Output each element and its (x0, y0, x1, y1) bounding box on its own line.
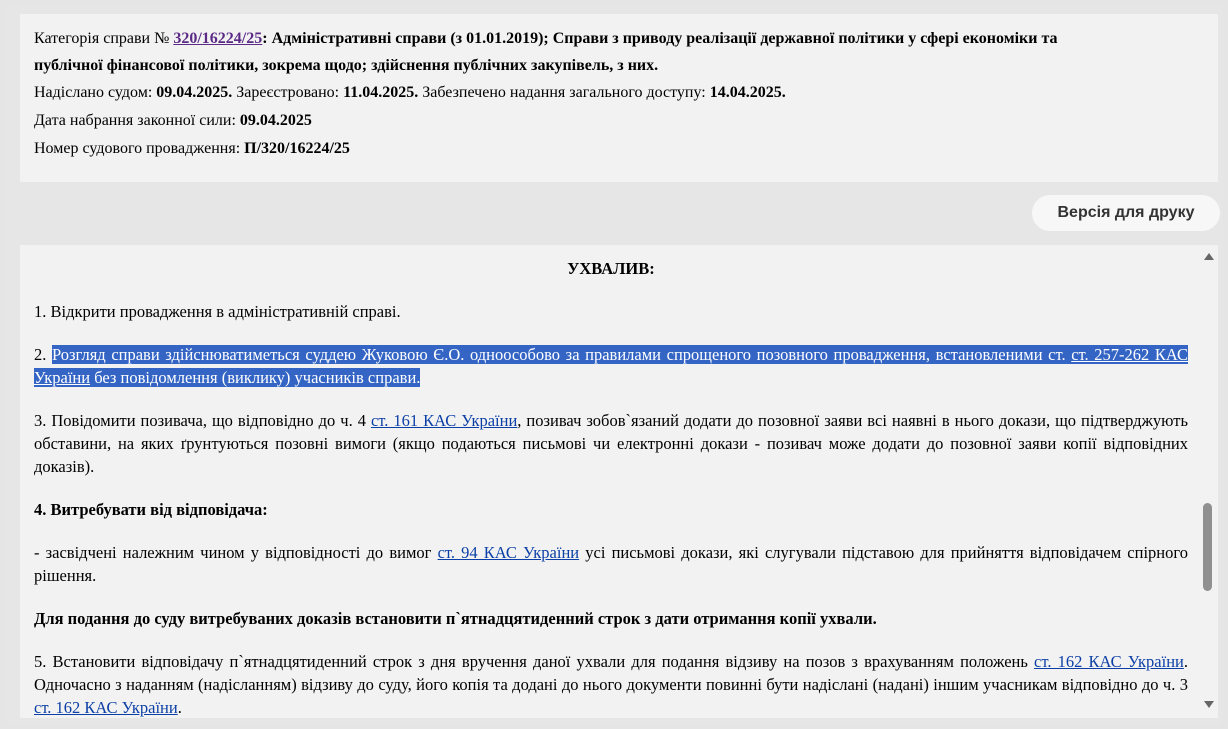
category-line-2: публічної фінансової політики, зокрема щ… (34, 52, 658, 79)
registered-label: Зареєстровано: (236, 84, 340, 101)
registered-date: 11.04.2025. (343, 84, 419, 101)
print-version-button[interactable]: Версія для друку (1032, 195, 1220, 231)
link-st-162-second[interactable]: ст. 162 КАС України (34, 698, 178, 717)
document-scrollbar[interactable] (1200, 245, 1218, 718)
access-date: 14.04.2025. (709, 84, 786, 101)
proceeding-line: Номер судового провадження: П/320/16224/… (34, 135, 350, 162)
case-info-panel: Категорія справи № 320/16224/25: Адмініс… (20, 14, 1218, 182)
paragraph-3-text: 3. Повідомити позивача, що відповідно до… (34, 411, 371, 430)
paragraph-6-bold: Для подання до суду витребуваних доказів… (34, 609, 877, 628)
selected-text: Розгляд справи здійснюватиметься суддею … (34, 345, 1188, 387)
link-st-162[interactable]: ст. 162 КАС України (1034, 652, 1184, 671)
paragraph-4-heading: 4. Витребувати від відповідача: (34, 500, 268, 519)
paragraph-2: 2. Розгляд справи здійснюватиметься судд… (34, 343, 1188, 389)
category-label: Категорія справи № (34, 30, 170, 47)
dates-line: Надіслано судом: 09.04.2025. Зареєстрова… (34, 79, 786, 106)
document-viewer[interactable]: УХВАЛИВ: 1. Відкрити провадження в адмін… (20, 245, 1218, 718)
paragraph-6: Для подання до суду витребуваних доказів… (34, 607, 1188, 630)
scroll-down-icon[interactable] (1204, 701, 1214, 708)
paragraph-7: 5. Встановити відповідачу п`ятнадцятиден… (34, 650, 1188, 718)
paragraph-3: 3. Повідомити позивача, що відповідно до… (34, 409, 1188, 478)
document-text: УХВАЛИВ: 1. Відкрити провадження в адмін… (34, 257, 1188, 718)
paragraph-2-text: Розгляд справи здійснюватиметься суддею … (52, 345, 1072, 364)
paragraph-1: 1. Відкрити провадження в адміністративн… (34, 302, 401, 321)
paragraph-2-text-end: без повідомлення (виклику) учасників спр… (90, 368, 421, 387)
access-label: Забезпечено надання загального доступу: (422, 84, 706, 101)
force-label: Дата набрання законної сили: (34, 112, 236, 129)
category-line: Категорія справи № 320/16224/25: Адмініс… (34, 25, 1058, 52)
link-st-94[interactable]: ст. 94 КАС України (438, 543, 580, 562)
sent-label: Надіслано судом: (34, 84, 153, 101)
scrollbar-thumb[interactable] (1203, 503, 1212, 591)
scroll-up-icon[interactable] (1204, 253, 1214, 260)
force-line: Дата набрання законної сили: 09.04.2025 (34, 107, 312, 134)
paragraph-7-text-end: . (177, 698, 182, 717)
proceeding-number: П/320/16224/25 (244, 140, 350, 157)
document-title: УХВАЛИВ: (567, 259, 655, 278)
proceeding-label: Номер судового провадження: (34, 140, 241, 157)
paragraph-5-text: - засвідчені належним чином у відповідно… (34, 543, 438, 562)
paragraph-7-text: 5. Встановити відповідачу п`ятнадцятиден… (34, 652, 1035, 671)
paragraph-2-number: 2. (34, 345, 53, 364)
case-number-link[interactable]: 320/16224/25 (173, 30, 262, 47)
category-text-2: публічної фінансової політики, зокрема щ… (34, 57, 659, 74)
link-st-161[interactable]: ст. 161 КАС України (371, 411, 517, 430)
force-date: 09.04.2025 (239, 112, 312, 129)
paragraph-4: 4. Витребувати від відповідача: (34, 498, 1188, 521)
category-text: : Адміністративні справи (з 01.01.2019);… (262, 30, 1058, 47)
paragraph-5: - засвідчені належним чином у відповідно… (34, 541, 1188, 587)
sent-date: 09.04.2025. (156, 84, 233, 101)
